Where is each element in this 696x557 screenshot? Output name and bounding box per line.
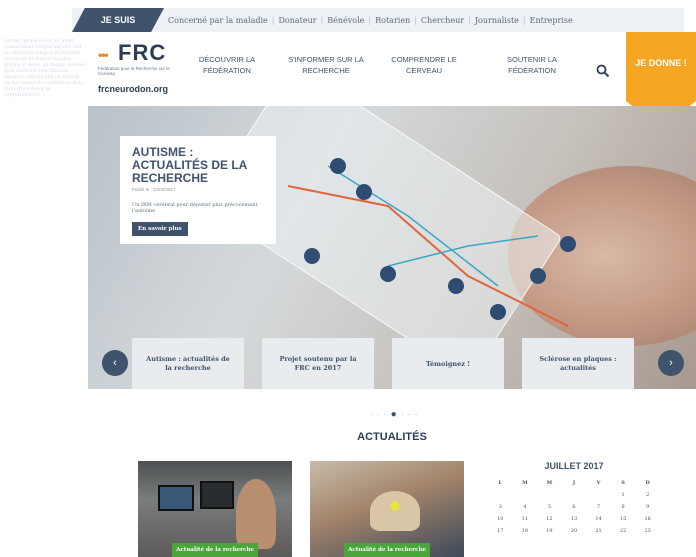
frc-logo[interactable]: ••• FRC Fédération pour la Recherche sur… [98,40,188,96]
site-header: ••• FRC Fédération pour la Recherche sur… [88,32,696,128]
ball-image [390,501,400,511]
hands-image [370,491,420,531]
hero-title: AUTISME : ACTUALITÉS DE LA RECHERCHE [132,145,247,185]
calendar-day[interactable] [562,489,587,501]
audience-link[interactable]: Donateur [279,16,317,25]
calendar-day[interactable]: 13 [562,513,587,525]
calendar-day[interactable]: 3 [488,501,513,513]
logo-dots-icon: ••• [98,48,109,62]
nav-item-cerveau[interactable]: COMPRENDRE LE CERVEAU [388,54,460,76]
hero-description: Un IRM cérébral pour dépister plus préco… [132,202,258,214]
news-card[interactable]: Actualité de la recherche [138,461,292,557]
events-calendar: JUILLET 2017 L M M J V S D 1 2 3 4 5 6 7… [488,461,660,557]
news-section-title: ACTUALITÉS [357,431,427,443]
hero-info-box: AUTISME : ACTUALITÉS DE LA RECHERCHE Pub… [120,136,276,244]
weekday-label: M [546,480,553,486]
nav-item-recherche[interactable]: S'INFORMER SUR LA RECHERCHE [286,54,366,76]
calendar-day[interactable]: 5 [537,501,562,513]
audience-link[interactable]: Concerné par la maladie [168,16,268,25]
slide-tab[interactable]: Témoignez ! [392,338,504,389]
nav-item-soutenir[interactable]: SOUTENIR LA FÉDÉRATION [496,54,568,76]
news-card-label: Actualité de la recherche [172,543,258,557]
calendar-day[interactable]: 21 [586,525,611,537]
calendar-day[interactable]: 2 [635,489,660,501]
hero-date: Publié le : 22/03/2017 [132,187,176,192]
calendar-grid: L M M J V S D 1 2 3 4 5 6 7 8 9 10 11 12… [488,477,660,537]
carousel-next-icon[interactable]: › [658,350,684,376]
audience-link[interactable]: Chercheur [421,16,464,25]
calendar-day[interactable]: 6 [562,501,587,513]
logo-url: frcneurodon.org [98,84,168,94]
calendar-day[interactable]: 11 [513,513,538,525]
je-suis-label: JE SUIS [72,8,164,32]
chip-circuit-illustration [287,158,576,327]
calendar-day[interactable]: 10 [488,513,513,525]
section-divider-dots: · · · ● · · · [370,409,419,420]
audience-bar: JE SUIS Concerné par la maladie | Donateu… [72,8,684,32]
logo-text: FRC [118,40,167,65]
read-more-button[interactable]: En savoir plus [132,222,188,236]
background-ghost-text: Lorem ipsum dolor sit amet consectetur a… [4,38,86,98]
audience-link[interactable]: Entreprise [530,16,573,25]
calendar-day[interactable]: 14 [586,513,611,525]
calendar-day[interactable]: 18 [513,525,538,537]
calendar-day[interactable]: 17 [488,525,513,537]
hero-carousel: AUTISME : ACTUALITÉS DE LA RECHERCHE Pub… [88,106,696,389]
slide-tab[interactable]: Projet soutenu par la FRC en 2017 [262,338,374,389]
weekday-label: V [596,480,601,486]
weekday-label: M [522,480,528,486]
calendar-day[interactable]: 4 [513,501,538,513]
calendar-day[interactable]: 16 [635,513,660,525]
calendar-day[interactable]: 20 [562,525,587,537]
news-card[interactable]: Actualité de la recherche [310,461,464,557]
calendar-month: JUILLET 2017 [544,461,604,471]
monitor-image [200,481,234,509]
carousel-prev-icon[interactable]: ‹ [102,350,128,376]
calendar-day[interactable]: 1 [611,489,636,501]
carousel-slides: Autisme : actualités de la recherche Pro… [132,338,634,389]
audience-link[interactable]: Journaliste [475,16,519,25]
slide-tab[interactable]: Autisme : actualités de la recherche [132,338,244,389]
calendar-day[interactable]: 12 [537,513,562,525]
calendar-day[interactable] [488,489,513,501]
weekday-label: S [621,480,625,486]
nav-item-decouvrir[interactable]: DÉCOUVRIR LA FÉDÉRATION [192,54,262,76]
search-icon[interactable] [596,64,610,78]
calendar-day[interactable] [586,489,611,501]
monitor-image [158,485,194,511]
news-card-label: Actualité de la recherche [344,543,430,557]
audience-links: Concerné par la maladie | Donateur | Bénév… [168,15,573,25]
audience-link[interactable]: Bénévole [327,16,364,25]
calendar-day[interactable]: 19 [537,525,562,537]
logo-tagline: Fédération pour la Recherche sur le Cerv… [98,66,170,76]
audience-link[interactable]: Rotarien [375,16,410,25]
weekday-label: L [498,480,503,486]
calendar-day[interactable]: 8 [611,501,636,513]
calendar-day[interactable]: 15 [611,513,636,525]
calendar-day[interactable]: 23 [635,525,660,537]
news-section: · · · ● · · · ACTUALITÉS Actualité de la… [88,389,696,557]
calendar-day[interactable]: 7 [586,501,611,513]
calendar-day[interactable] [537,489,562,501]
calendar-day[interactable]: 9 [635,501,660,513]
calendar-day[interactable]: 22 [611,525,636,537]
slide-tab[interactable]: Sclérose en plaques : actualités [522,338,634,389]
calendar-day[interactable] [513,489,538,501]
weekday-label: J [572,480,576,486]
weekday-label: D [645,480,650,486]
researcher-image [236,479,276,549]
